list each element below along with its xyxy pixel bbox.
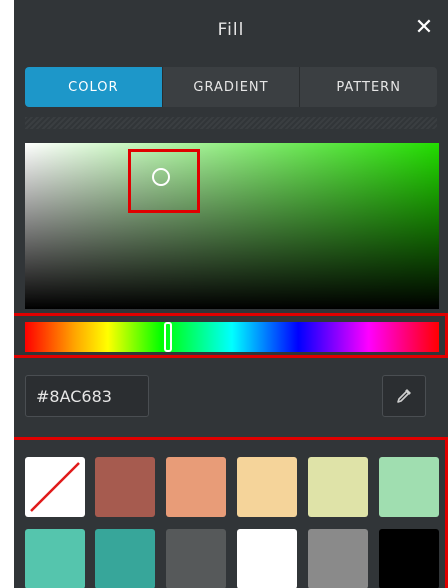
panel-title: Fill <box>217 20 245 40</box>
close-icon[interactable]: ✕ <box>412 16 436 40</box>
swatch-color[interactable] <box>237 529 297 588</box>
hue-slider[interactable] <box>25 322 439 352</box>
tab-color[interactable]: COLOR <box>25 67 163 107</box>
saturation-value-picker[interactable] <box>25 143 439 309</box>
tab-gradient[interactable]: GRADIENT <box>162 67 301 107</box>
eyedropper-button[interactable] <box>382 375 426 417</box>
swatch-color[interactable] <box>308 529 368 588</box>
tab-pattern[interactable]: PATTERN <box>300 67 437 107</box>
eyedropper-icon <box>397 389 411 403</box>
hue-slider-handle[interactable] <box>164 322 172 352</box>
swatch-color[interactable] <box>379 457 439 517</box>
fill-type-tabs: COLOR GRADIENT PATTERN <box>25 67 437 107</box>
fill-panel: Fill ✕ COLOR GRADIENT PATTERN <box>14 0 448 588</box>
swatch-none[interactable] <box>25 457 85 517</box>
swatch-color[interactable] <box>237 457 297 517</box>
color-picker-handle[interactable] <box>152 168 170 186</box>
panel-header: Fill ✕ <box>14 0 448 60</box>
swatch-color[interactable] <box>166 457 226 517</box>
swatch-color[interactable] <box>25 529 85 588</box>
no-color-icon <box>30 462 80 512</box>
swatch-color[interactable] <box>95 457 155 517</box>
swatch-color[interactable] <box>308 457 368 517</box>
swatch-color[interactable] <box>166 529 226 588</box>
swatch-color[interactable] <box>379 529 439 588</box>
swatch-color[interactable] <box>95 529 155 588</box>
divider-stripe <box>25 117 437 129</box>
hex-color-input[interactable] <box>25 375 149 417</box>
